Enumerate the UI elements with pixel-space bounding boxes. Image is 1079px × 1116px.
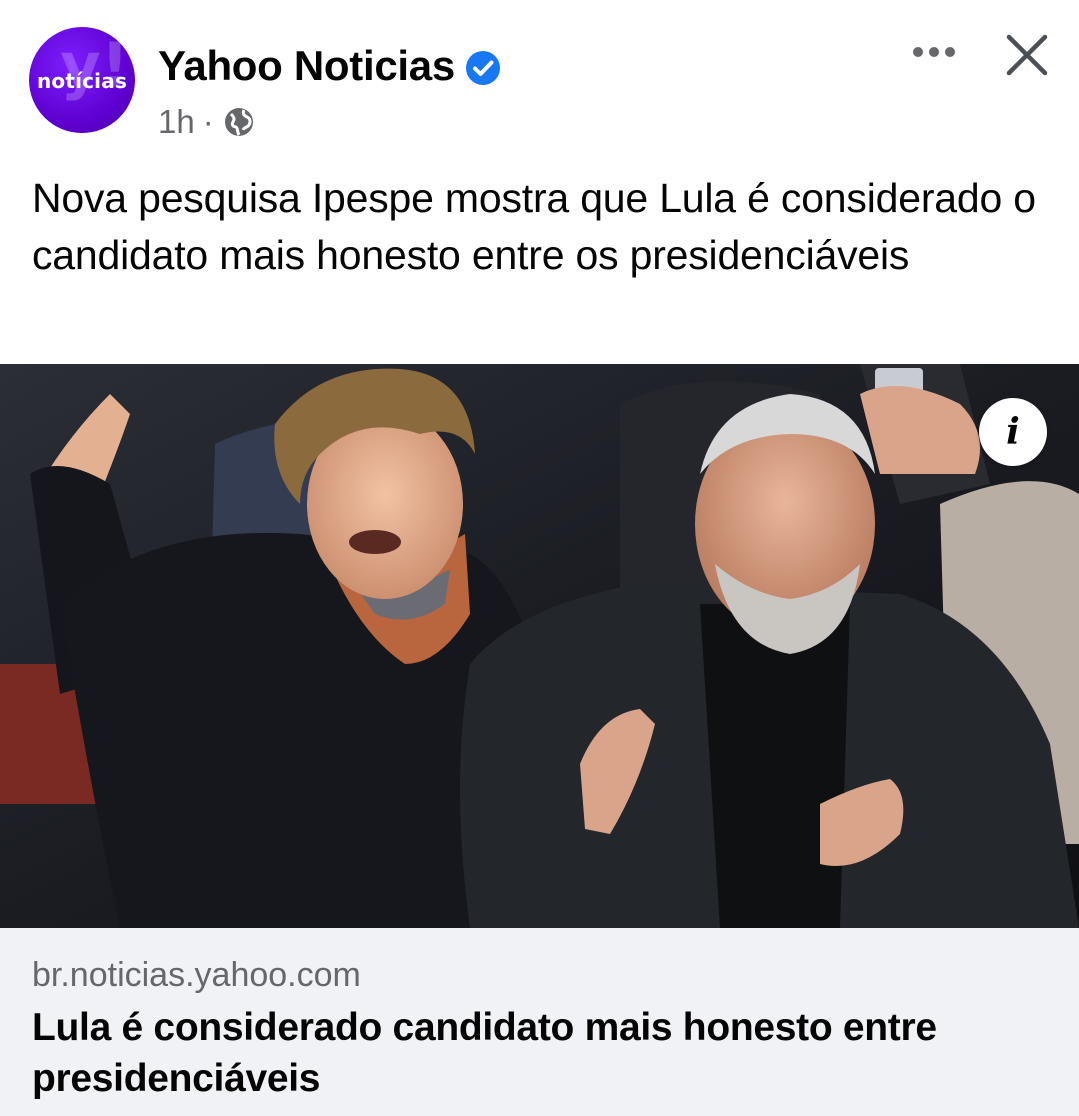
photo-illustration — [0, 364, 1079, 928]
photo-info-button[interactable]: i — [979, 398, 1047, 466]
avatar-label: notícias — [36, 69, 128, 93]
post-photo[interactable] — [0, 364, 1079, 928]
post-text: Nova pesquisa Ipespe mostra que Lula é c… — [32, 175, 1036, 278]
post-meta: 1h · — [158, 100, 256, 144]
close-icon — [1006, 34, 1048, 76]
page-name-row: Yahoo Noticias — [158, 40, 502, 92]
verified-badge-icon — [464, 49, 502, 87]
link-title[interactable]: Lula é considerado candidato mais honest… — [32, 1002, 1062, 1104]
more-horizontal-icon — [945, 47, 955, 57]
page-avatar[interactable]: y! notícias — [29, 27, 135, 133]
link-domain[interactable]: br.noticias.yahoo.com — [32, 953, 361, 997]
more-horizontal-icon — [929, 47, 939, 57]
meta-separator: · — [202, 103, 214, 140]
close-button[interactable] — [1000, 28, 1054, 82]
page-name[interactable]: Yahoo Noticias — [158, 40, 455, 92]
globe-icon — [222, 105, 256, 139]
post-time[interactable]: 1h — [158, 100, 195, 144]
post-header: y! notícias Yahoo Noticias 1h · — [0, 0, 1079, 160]
more-options-button[interactable] — [906, 32, 962, 72]
more-horizontal-icon — [913, 47, 923, 57]
